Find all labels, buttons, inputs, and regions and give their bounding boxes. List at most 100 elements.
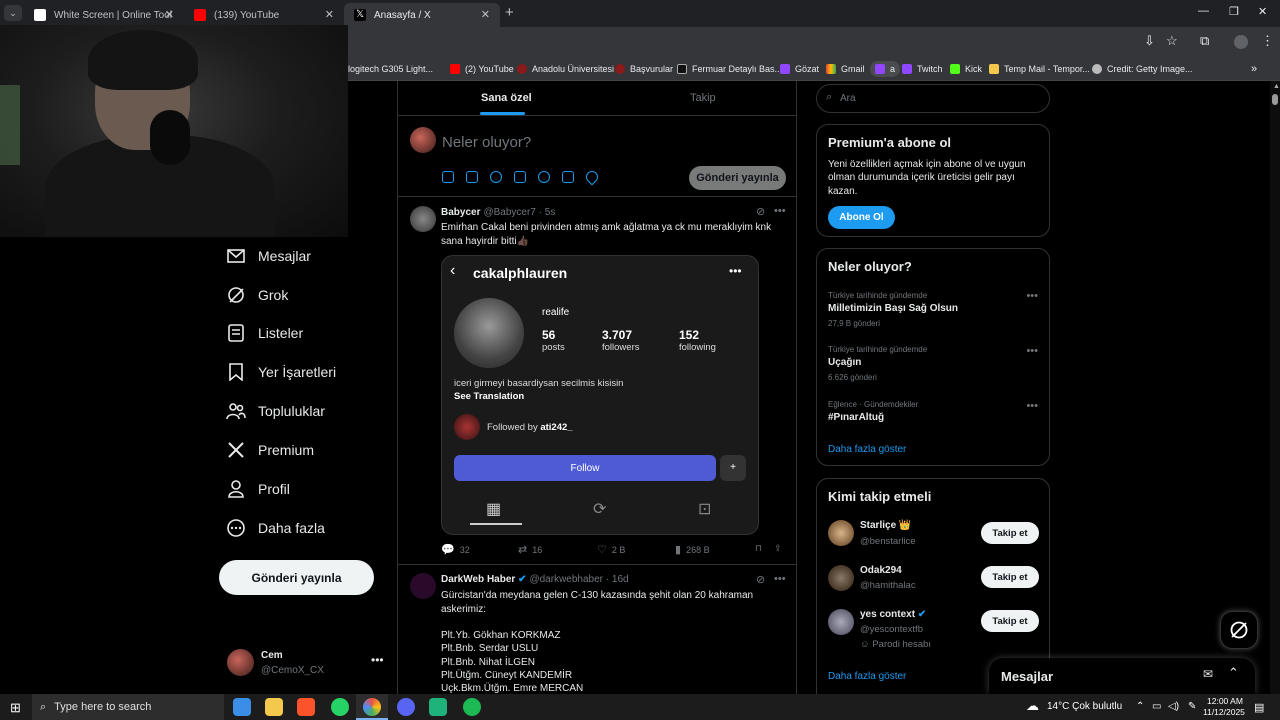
account-switcher[interactable]: Cem @CemoX_CX ••• [227, 649, 387, 679]
like-button[interactable]: ♡ 2 B [597, 543, 625, 556]
clock-time[interactable]: 12:00 AM [1207, 696, 1243, 706]
search-box[interactable]: ⌕ Ara [816, 84, 1050, 113]
bookmark-logitech[interactable]: logitech G305 Light... [348, 61, 433, 77]
close-tab-icon[interactable]: ✕ [481, 8, 490, 21]
trend-name[interactable]: Uçağın [828, 357, 861, 368]
avatar[interactable] [410, 573, 436, 599]
nav-more[interactable]: Daha fazla [226, 516, 325, 540]
views-button[interactable]: ▮ 268 B [675, 543, 710, 556]
discord-app-icon[interactable] [397, 698, 415, 716]
tab-search-button[interactable]: ⌄ [4, 5, 22, 21]
nav-lists[interactable]: Listeler [226, 321, 303, 345]
pen-icon[interactable]: ✎ [1188, 701, 1196, 712]
tray-overflow-icon[interactable]: ⌃ [1136, 701, 1144, 712]
show-more-trends-link[interactable]: Daha fazla göster [828, 444, 906, 455]
weather-icon[interactable]: ☁ [1026, 698, 1039, 714]
weather-text[interactable]: 14°C Çok bulutlu [1047, 701, 1122, 712]
expand-drawer-icon[interactable]: ⌃ [1228, 665, 1239, 681]
brave-app-icon[interactable] [297, 698, 315, 716]
nav-messages[interactable]: Mesajlar [226, 244, 311, 268]
reply-button[interactable]: 💬 32 [441, 543, 470, 556]
volume-icon[interactable]: ◁) [1168, 701, 1179, 712]
folder-app-icon[interactable] [265, 698, 283, 716]
avatar[interactable] [410, 206, 436, 232]
messages-drawer[interactable]: Mesajlar ✉ ⌃ [989, 658, 1255, 694]
file-explorer-app-icon[interactable] [233, 698, 251, 716]
grok-floating-button[interactable] [1220, 611, 1258, 649]
user-name[interactable]: Starliçe 👑 [860, 520, 911, 531]
poll-icon[interactable] [514, 171, 526, 183]
user-name-row[interactable]: yes context ✔ [860, 609, 926, 620]
avatar[interactable] [828, 520, 854, 546]
bookmark-icon[interactable]: ⊓ [755, 543, 762, 554]
repost-button[interactable]: ⇄ 16 [518, 543, 542, 556]
tab-following[interactable]: Takip [690, 92, 716, 104]
nav-communities[interactable]: Topluluklar [226, 399, 325, 423]
whatsapp-app-icon[interactable] [331, 698, 349, 716]
search-input[interactable]: Ara [840, 93, 856, 104]
tab-for-you[interactable]: Sana özel [481, 92, 532, 104]
avatar[interactable] [828, 565, 854, 591]
trend-name[interactable]: #PınarAltuğ [828, 412, 884, 423]
install-app-icon[interactable]: ⇩ [1144, 33, 1155, 49]
more-dots-icon[interactable]: ••• [1026, 345, 1038, 357]
nav-grok[interactable]: Grok [226, 283, 288, 307]
show-more-users-link[interactable]: Daha fazla göster [828, 671, 906, 682]
follow-button[interactable]: Takip et [981, 566, 1039, 588]
image-icon[interactable] [442, 171, 454, 183]
close-tab-icon[interactable]: ✕ [325, 8, 334, 21]
gif-icon[interactable] [466, 171, 478, 183]
bookmark-gmail[interactable]: Gmail [826, 61, 865, 77]
follow-button[interactable]: Takip et [981, 522, 1039, 544]
close-tab-icon[interactable]: ✕ [165, 8, 174, 21]
close-window-icon[interactable]: ✕ [1258, 5, 1267, 18]
extensions-icon[interactable]: ⧉ [1200, 33, 1209, 49]
more-dots-icon[interactable]: ••• [1026, 290, 1038, 302]
emoji-icon[interactable] [538, 171, 550, 183]
scroll-thumb[interactable] [1272, 94, 1278, 105]
scroll-up-arrow-icon[interactable]: ▲ [1273, 83, 1280, 90]
minimize-icon[interactable]: — [1198, 5, 1209, 17]
more-dots-icon[interactable]: ••• [774, 573, 786, 585]
network-icon[interactable]: ▭ [1152, 701, 1161, 712]
more-dots-icon[interactable]: ••• [1026, 400, 1038, 412]
location-icon[interactable] [583, 168, 601, 186]
avatar[interactable] [828, 609, 854, 635]
clock-date[interactable]: 11/12/2025 [1203, 707, 1245, 717]
notifications-icon[interactable]: ▤ [1254, 701, 1264, 714]
windows-start-icon[interactable]: ⊞ [10, 700, 21, 716]
nav-profile[interactable]: Profil [226, 477, 290, 501]
tweet-image-instagram-profile[interactable]: ‹ cakalphlauren ••• realife 56 posts 3.7… [441, 255, 759, 535]
browser-menu-icon[interactable]: ⋮ [1261, 33, 1274, 49]
user-name[interactable]: Odak294 [860, 565, 902, 576]
bookmark-twitch[interactable]: Twitch [902, 61, 943, 77]
app-icon[interactable] [429, 698, 447, 716]
restore-icon[interactable]: ❐ [1229, 5, 1239, 18]
compose-input[interactable]: Neler oluyor? [442, 134, 531, 151]
bookmark-youtube[interactable]: (2) YouTube [450, 61, 514, 77]
more-bookmarks-icon[interactable]: » [1251, 61, 1257, 77]
bookmark-kick[interactable]: Kick [950, 61, 982, 77]
post-button[interactable]: Gönderi yayınla [219, 560, 374, 595]
bookmark-anadolu[interactable]: Anadolu Üniversitesi [517, 61, 614, 77]
bookmark-fermuar[interactable]: Fermuar Detaylı Bas... [677, 61, 782, 77]
new-message-icon[interactable]: ✉ [1203, 667, 1213, 681]
bookmark-temp-mail[interactable]: Temp Mail - Tempor... [989, 61, 1090, 77]
tab-youtube[interactable]: (139) YouTube ✕ [184, 3, 344, 27]
trend-name[interactable]: Milletimizin Başı Sağ Olsun [828, 303, 958, 314]
nav-premium[interactable]: Premium [226, 438, 314, 462]
new-tab-button[interactable]: + [505, 4, 514, 21]
bookmark-gozat[interactable]: Gözat [780, 61, 819, 77]
grok-icon[interactable]: ⊘ [756, 205, 765, 218]
taskbar-search[interactable]: ⌕ Type here to search [32, 694, 224, 720]
page-scrollbar[interactable]: ▲ [1270, 81, 1280, 694]
follow-button[interactable]: Takip et [981, 610, 1039, 632]
schedule-icon[interactable] [562, 171, 574, 183]
more-dots-icon[interactable]: ••• [774, 205, 786, 217]
tweet-author[interactable]: DarkWeb Haber ✔ @darkwebhaber · 16d [441, 574, 629, 585]
share-icon[interactable]: ⇪ [774, 543, 782, 554]
compose-post-button[interactable]: Gönderi yayınla [689, 166, 786, 190]
subscribe-button[interactable]: Abone Ol [828, 206, 895, 229]
spotify-app-icon[interactable] [463, 698, 481, 716]
bookmark-a[interactable]: a [870, 61, 901, 77]
